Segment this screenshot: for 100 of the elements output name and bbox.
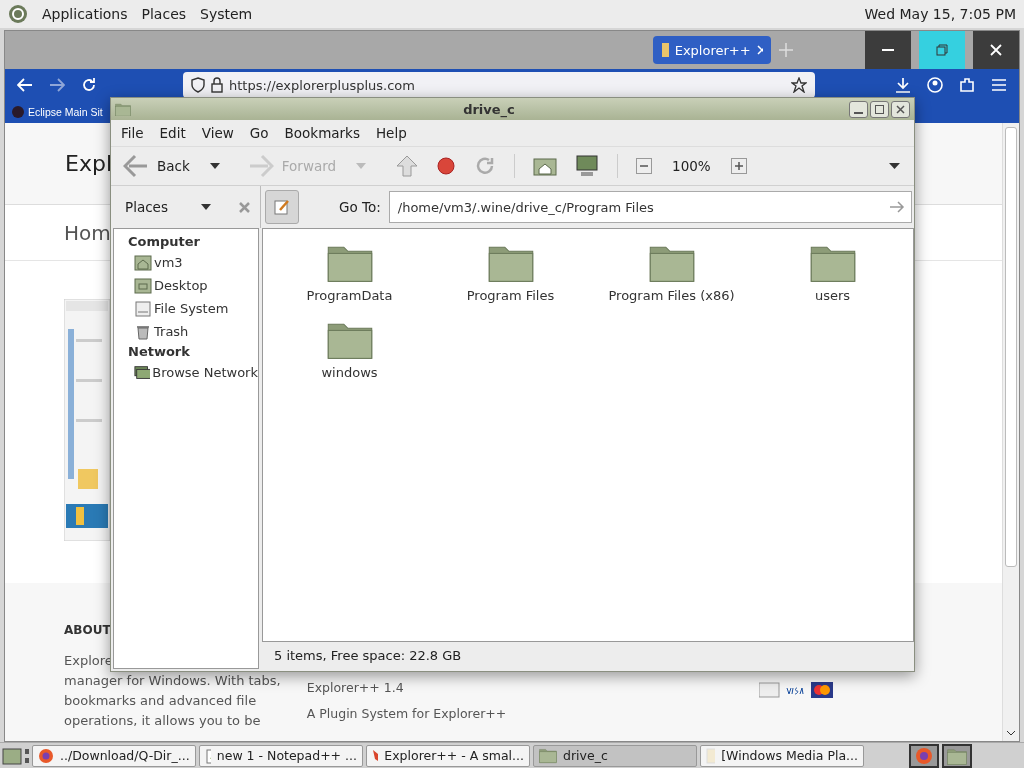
left-arrow-icon bbox=[123, 154, 149, 178]
taskbar-button[interactable]: drive_c bbox=[533, 744, 697, 767]
forward-arrow-icon[interactable] bbox=[49, 78, 65, 92]
stop-icon bbox=[436, 156, 457, 176]
minus-icon bbox=[636, 158, 653, 174]
dropdown-arrow-icon[interactable] bbox=[889, 163, 900, 169]
shield-icon bbox=[191, 77, 205, 93]
minimize-icon bbox=[882, 49, 894, 51]
back-arrow-icon[interactable] bbox=[17, 78, 33, 92]
about-text: bookmarks and advanced file bbox=[64, 692, 257, 710]
menu-item[interactable]: File bbox=[113, 125, 152, 141]
window-title: drive_c bbox=[462, 101, 516, 117]
folder-icon bbox=[947, 746, 967, 765]
folder-icon bbox=[539, 747, 557, 764]
extensions-icon[interactable] bbox=[959, 77, 975, 93]
firefox-tray-button[interactable] bbox=[909, 743, 939, 768]
folder-icon bbox=[115, 101, 131, 117]
scrollbar[interactable] bbox=[1002, 123, 1019, 741]
go-arrow-icon[interactable] bbox=[888, 200, 905, 214]
home-folder-icon bbox=[134, 254, 152, 271]
reload-icon[interactable] bbox=[81, 77, 97, 93]
chevron-down-icon[interactable] bbox=[1006, 729, 1016, 737]
drive-icon bbox=[134, 300, 152, 317]
bookmark-link[interactable]: Eclipse Main Sit bbox=[28, 106, 103, 118]
close-button[interactable] bbox=[891, 100, 910, 118]
panel-menu[interactable]: Places bbox=[141, 6, 187, 22]
menu-item[interactable]: Go bbox=[241, 125, 277, 141]
desktop-folder-icon bbox=[134, 277, 152, 294]
folder-name[interactable]: ProgramData bbox=[306, 288, 393, 304]
menu-item[interactable]: Bookmarks bbox=[276, 125, 368, 141]
home-folder-icon bbox=[533, 156, 558, 176]
news-link[interactable]: A Plugin System for Explorer++ bbox=[306, 701, 507, 727]
about-text: manager for Windows. With tabs, bbox=[64, 672, 281, 690]
sidebar-heading: Network bbox=[128, 344, 191, 359]
close-icon bbox=[896, 104, 905, 114]
close-button[interactable] bbox=[973, 31, 1019, 69]
right-arrow-icon bbox=[247, 154, 274, 178]
sidebar-item[interactable]: Browse Network bbox=[152, 365, 258, 380]
edit-location-button[interactable] bbox=[265, 190, 299, 224]
about-text: Explore bbox=[64, 652, 113, 670]
plus-icon bbox=[730, 158, 747, 174]
sidebar-heading: Computer bbox=[128, 234, 202, 249]
panel-menu[interactable]: Applications bbox=[42, 6, 128, 22]
document-icon bbox=[706, 747, 716, 764]
goto-label: Go To: bbox=[339, 199, 381, 215]
folder-name[interactable]: windows bbox=[321, 365, 378, 381]
site-title: Expl bbox=[65, 151, 112, 176]
file-manager-tray-button[interactable] bbox=[942, 743, 972, 768]
close-icon bbox=[990, 44, 1002, 56]
sidebar-item[interactable]: vm3 bbox=[154, 255, 183, 270]
zoom-level: 100% bbox=[671, 158, 712, 174]
clock: Wed May 15, 7:05 PM bbox=[864, 6, 1016, 22]
status-text: 5 items, Free space: 22.8 GB bbox=[274, 648, 462, 663]
menu-item[interactable]: Help bbox=[367, 125, 415, 141]
menu-item[interactable]: View bbox=[193, 125, 242, 141]
monitor-icon bbox=[575, 155, 600, 177]
section-heading: ABOUT bbox=[64, 623, 112, 637]
taskbar-button[interactable]: Explorer++ - A smal... bbox=[366, 744, 530, 767]
minimize-icon bbox=[854, 111, 863, 114]
path-field[interactable]: /home/vm3/.wine/drive_c/Program Files bbox=[388, 191, 912, 223]
maximize-button[interactable] bbox=[870, 100, 889, 118]
sidebar-item[interactable]: Trash bbox=[154, 324, 189, 339]
folder-name[interactable]: Program Files bbox=[466, 288, 555, 304]
eclipse-logo-icon bbox=[11, 105, 25, 119]
back-button[interactable]: Back bbox=[119, 150, 194, 182]
folder-icon bbox=[661, 42, 669, 58]
download-icon[interactable] bbox=[895, 77, 911, 93]
folder-name[interactable]: users bbox=[814, 288, 851, 304]
folder-name[interactable]: Program Files (x86) bbox=[608, 288, 735, 304]
up-arrow-icon bbox=[396, 155, 419, 177]
firefox-icon bbox=[38, 747, 54, 764]
nav-link[interactable]: Hom bbox=[64, 220, 111, 245]
dropdown-arrow-icon[interactable] bbox=[201, 204, 211, 210]
star-icon[interactable] bbox=[791, 77, 807, 93]
edit-icon bbox=[274, 199, 290, 215]
places-dropdown[interactable]: Places bbox=[125, 199, 193, 215]
taskbar-button[interactable]: new 1 - Notepad++ ... bbox=[199, 744, 363, 767]
menu-icon[interactable] bbox=[991, 78, 1007, 92]
sidebar-item[interactable]: File System bbox=[154, 301, 229, 316]
maximize-icon bbox=[875, 104, 884, 114]
show-desktop-icon[interactable] bbox=[2, 745, 22, 766]
distro-logo-icon[interactable] bbox=[8, 4, 28, 24]
taskbar-button[interactable]: [Windows Media Pla... bbox=[700, 744, 864, 767]
dropdown-arrow-icon[interactable] bbox=[209, 163, 220, 169]
taskbar-button[interactable]: ../Download/Q-Dir_... bbox=[32, 744, 196, 767]
account-icon[interactable] bbox=[927, 77, 943, 93]
browser-tab[interactable]: Explorer++ bbox=[653, 36, 771, 64]
about-text: operations, it allows you to be bbox=[64, 712, 261, 730]
trash-icon bbox=[134, 323, 152, 340]
minimize-button[interactable] bbox=[849, 100, 868, 118]
firefox-icon bbox=[915, 746, 933, 765]
sidebar-item[interactable]: Desktop bbox=[154, 278, 208, 293]
restore-icon bbox=[936, 44, 948, 56]
lock-icon bbox=[211, 77, 223, 93]
news-link[interactable]: Explorer++ 1.4 bbox=[306, 675, 507, 701]
menu-item[interactable]: Edit bbox=[151, 125, 194, 141]
network-icon bbox=[134, 364, 151, 381]
panel-menu[interactable]: System bbox=[200, 6, 253, 22]
handle-icon[interactable] bbox=[25, 746, 29, 765]
address-bar[interactable]: https://explorerplusplus.com bbox=[183, 72, 815, 98]
